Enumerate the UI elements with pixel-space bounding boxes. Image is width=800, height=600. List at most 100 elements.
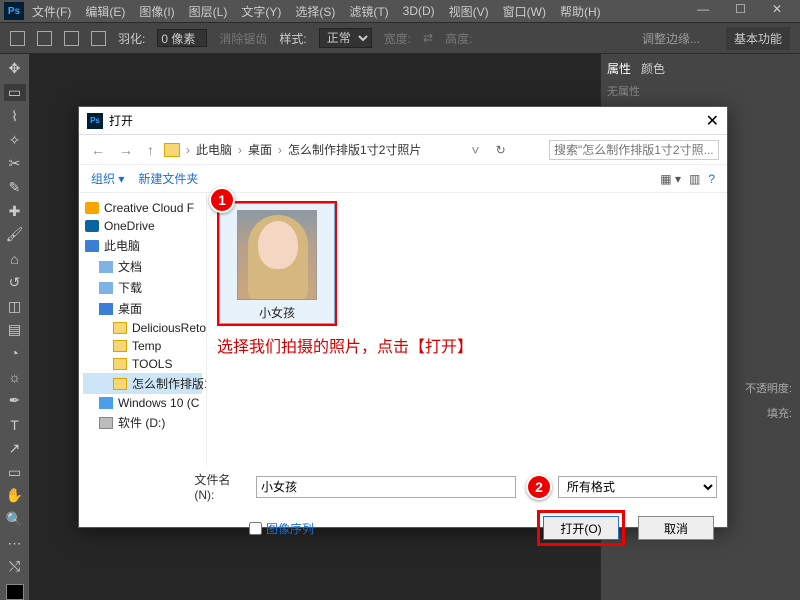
style-select[interactable]: 正常 xyxy=(319,28,372,48)
filename-label: 文件名(N): xyxy=(194,471,250,502)
image-sequence-label: 图像序列 xyxy=(266,520,314,537)
menu-3d[interactable]: 3D(D) xyxy=(403,4,435,18)
tree-item[interactable]: 桌面 xyxy=(83,298,202,319)
menu-edit[interactable]: 编辑(E) xyxy=(85,3,125,20)
file-list[interactable]: 1 小女孩 选择我们拍摄的照片，点击【打开】 xyxy=(207,193,727,465)
crop-tool-icon[interactable]: ✂ xyxy=(4,155,26,173)
app-logo: Ps xyxy=(4,2,24,20)
tree-item-label: 软件 (D:) xyxy=(118,414,165,431)
workspace-basic[interactable]: 基本功能 xyxy=(726,27,790,50)
zoom-tool-icon[interactable]: 🔍 xyxy=(4,511,26,529)
open-button[interactable]: 打开(O) xyxy=(543,516,619,540)
tab-color[interactable]: 颜色 xyxy=(641,60,665,77)
dodge-tool-icon[interactable]: ☼ xyxy=(4,368,26,386)
eyedropper-tool-icon[interactable]: ✎ xyxy=(4,179,26,197)
view-mode-icon[interactable]: ▦ ▾ xyxy=(660,172,681,186)
help-icon[interactable]: ? xyxy=(708,172,715,186)
new-folder-button[interactable]: 新建文件夹 xyxy=(138,170,198,187)
format-select[interactable]: 所有格式 xyxy=(558,476,717,498)
lasso-tool-icon[interactable]: ⌇ xyxy=(4,107,26,125)
cancel-button[interactable]: 取消 xyxy=(638,516,714,540)
marquee-tool-icon[interactable]: ▭ xyxy=(4,84,26,102)
window-controls: — ☐ ✕ xyxy=(697,2,796,16)
minimize-icon[interactable]: — xyxy=(697,2,709,16)
folder-icon xyxy=(113,358,127,370)
nav-up-icon[interactable]: ↑ xyxy=(143,142,158,158)
folder-icon xyxy=(99,397,113,409)
stamp-tool-icon[interactable]: ⌂ xyxy=(4,250,26,268)
tree-item[interactable]: Creative Cloud F xyxy=(83,199,202,217)
refine-edge-button[interactable]: 调整边缘... xyxy=(642,30,700,47)
tree-item[interactable]: 怎么制作排版1 xyxy=(83,373,202,394)
menu-view[interactable]: 视图(V) xyxy=(449,3,489,20)
breadcrumb-desktop[interactable]: 桌面 xyxy=(248,141,272,158)
tree-item-label: Creative Cloud F xyxy=(104,201,194,215)
marquee-preset-icon[interactable] xyxy=(10,31,25,46)
tree-item-label: 下载 xyxy=(118,279,142,296)
wand-tool-icon[interactable]: ✧ xyxy=(4,131,26,149)
annotation-text: 选择我们拍摄的照片，点击【打开】 xyxy=(217,333,473,357)
image-sequence-checkbox[interactable] xyxy=(249,522,262,535)
subtract-selection-icon[interactable] xyxy=(91,31,106,46)
search-input[interactable] xyxy=(549,140,719,160)
new-selection-icon[interactable] xyxy=(37,31,52,46)
folder-icon xyxy=(99,303,113,315)
nav-back-icon[interactable]: ← xyxy=(87,142,109,158)
blur-tool-icon[interactable]: ◔ xyxy=(4,345,26,363)
menu-file[interactable]: 文件(F) xyxy=(32,3,71,20)
folder-icon xyxy=(85,240,99,252)
breadcrumb-current[interactable]: 怎么制作排版1寸2寸照片 xyxy=(288,141,421,158)
organize-menu[interactable]: 组织 ▾ xyxy=(91,170,124,187)
tree-item[interactable]: DeliciousReto xyxy=(83,319,202,337)
history-brush-icon[interactable]: ↺ xyxy=(4,273,26,291)
menu-window[interactable]: 窗口(W) xyxy=(503,3,546,20)
maximize-icon[interactable]: ☐ xyxy=(735,2,746,16)
tree-item[interactable]: OneDrive xyxy=(83,217,202,235)
eraser-tool-icon[interactable]: ◫ xyxy=(4,297,26,315)
move-tool-icon[interactable]: ✥ xyxy=(4,60,26,78)
menu-image[interactable]: 图像(I) xyxy=(139,3,174,20)
folder-tree[interactable]: Creative Cloud F OneDrive此电脑文档下载桌面Delicio… xyxy=(79,193,207,465)
more-tools-icon[interactable]: ⋯ xyxy=(4,534,26,552)
app-menubar: Ps 文件(F) 编辑(E) 图像(I) 图层(L) 文字(Y) 选择(S) 滤… xyxy=(0,0,800,22)
swap-colors-icon[interactable]: ⤭ xyxy=(4,558,26,576)
gradient-tool-icon[interactable]: ▤ xyxy=(4,321,26,339)
antialias-label: 消除锯齿 xyxy=(219,30,267,47)
thumbnail-label: 小女孩 xyxy=(259,304,295,321)
tree-item[interactable]: 下载 xyxy=(83,277,202,298)
preview-pane-icon[interactable]: ▥ xyxy=(689,172,700,186)
path-tool-icon[interactable]: ↗ xyxy=(4,440,26,458)
folder-icon xyxy=(113,340,127,352)
hand-tool-icon[interactable]: ✋ xyxy=(4,487,26,505)
tab-properties[interactable]: 属性 xyxy=(607,60,631,77)
fill-label: 填充: xyxy=(767,405,792,421)
dialog-title: 打开 xyxy=(109,112,706,129)
shape-tool-icon[interactable]: ▭ xyxy=(4,463,26,481)
foreground-color[interactable] xyxy=(6,584,24,600)
menu-select[interactable]: 选择(S) xyxy=(295,3,335,20)
menu-filter[interactable]: 滤镜(T) xyxy=(349,3,388,20)
dialog-close-icon[interactable]: ✕ xyxy=(706,111,719,131)
tree-item[interactable]: Windows 10 (C xyxy=(83,394,202,412)
tree-item[interactable]: TOOLS xyxy=(83,355,202,373)
opacity-label: 不透明度: xyxy=(745,380,792,396)
file-thumbnail[interactable]: 小女孩 xyxy=(219,203,335,324)
refresh-icon[interactable]: ↻ xyxy=(490,143,512,157)
menu-type[interactable]: 文字(Y) xyxy=(241,3,281,20)
tree-item[interactable]: 文档 xyxy=(83,256,202,277)
pen-tool-icon[interactable]: ✒ xyxy=(4,392,26,410)
close-icon[interactable]: ✕ xyxy=(772,2,782,16)
tree-item[interactable]: 此电脑 xyxy=(83,235,202,256)
breadcrumb-pc[interactable]: 此电脑 xyxy=(196,141,232,158)
type-tool-icon[interactable]: T xyxy=(4,416,26,434)
tree-item[interactable]: Temp xyxy=(83,337,202,355)
add-selection-icon[interactable] xyxy=(64,31,79,46)
tree-item[interactable]: 软件 (D:) xyxy=(83,412,202,433)
feather-input[interactable] xyxy=(157,29,207,47)
nav-forward-icon[interactable]: → xyxy=(115,142,137,158)
filename-input[interactable] xyxy=(256,476,516,498)
menu-layer[interactable]: 图层(L) xyxy=(189,3,228,20)
menu-help[interactable]: 帮助(H) xyxy=(560,3,601,20)
brush-tool-icon[interactable]: 🖌 xyxy=(4,226,26,244)
heal-tool-icon[interactable]: ✚ xyxy=(4,202,26,220)
